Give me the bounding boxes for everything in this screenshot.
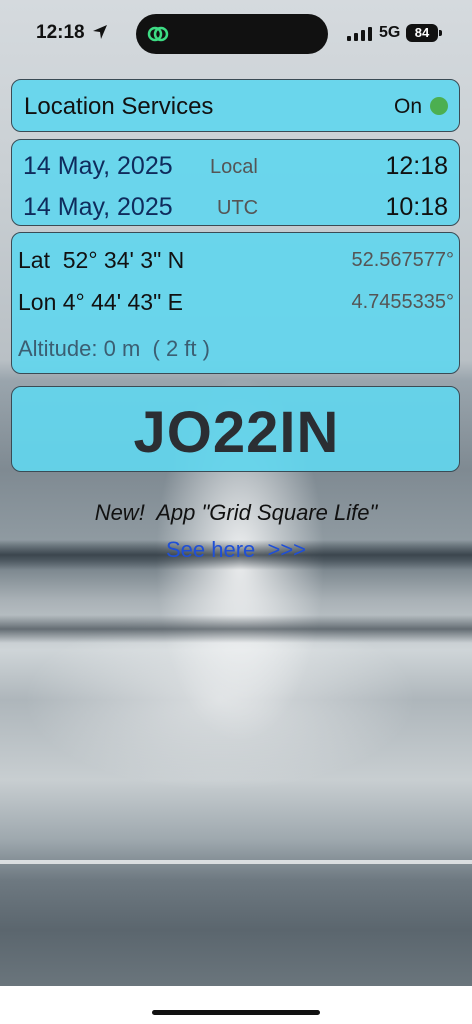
utc-time: 10:18 [385,193,448,221]
link-icon [147,26,169,42]
promo-text: New! App "Grid Square Life" [94,500,378,525]
locator-panel: JO22IN [11,386,460,472]
status-time: 12:18 [36,22,85,43]
longitude-dms: Lon 4° 44' 43" E [18,289,183,315]
latitude-decimal: 52.567577° [351,249,454,271]
altitude: Altitude: 0 m ( 2 ft ) [18,336,210,361]
location-services-state: On [393,95,422,118]
status-bar: 12:18 5G 84 [0,0,472,64]
local-time: 12:18 [385,152,448,180]
battery-level: 84 [414,25,430,40]
see-here-link[interactable]: See here >>> [0,537,472,563]
longitude-decimal: 4.7455335° [351,291,454,313]
home-indicator[interactable] [152,1010,320,1015]
dynamic-island[interactable] [136,14,328,54]
location-services-label: Location Services [24,93,214,120]
network-type: 5G [379,24,401,41]
local-date: 14 May, 2025 [23,152,173,180]
battery-icon: 84 [406,24,438,42]
shoreline [0,860,472,864]
cellular-signal-icon [347,27,372,41]
latitude-dms: Lat 52° 34' 3" N [18,247,185,273]
wave [0,615,472,643]
utc-date: 14 May, 2025 [23,193,173,221]
battery-tip [439,30,442,36]
datetime-panel: 14 May, 2025 Local 12:18 14 May, 2025 UT… [11,139,460,226]
status-dot-icon [430,97,448,115]
utc-zone-label: UTC [217,197,259,219]
position-panel: Lat 52° 34' 3" N 52.567577° Lon 4° 44' 4… [11,232,460,374]
location-arrow-icon [93,25,107,39]
location-services-panel[interactable]: Location Services On [11,79,460,132]
local-zone-label: Local [210,156,258,178]
grid-locator: JO22IN [133,400,340,465]
bottom-bar [0,986,472,1024]
